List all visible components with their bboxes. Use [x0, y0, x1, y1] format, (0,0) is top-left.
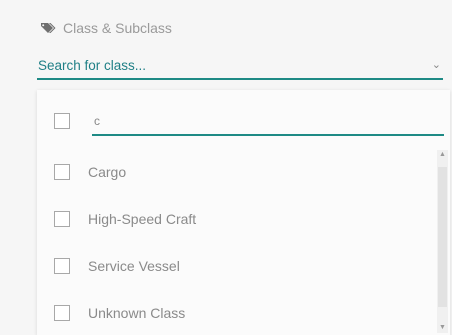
class-filter-label: Class & Subclass — [40, 20, 172, 36]
class-select[interactable]: Search for class... ⌄ — [37, 52, 443, 80]
option-label: Unknown Class — [88, 305, 186, 321]
dropdown-scrollbar[interactable]: ▲ ▼ — [437, 150, 448, 333]
option-high-speed-craft[interactable]: High-Speed Craft — [54, 204, 434, 234]
scroll-down-arrow-icon[interactable]: ▼ — [439, 324, 446, 331]
chevron-down-icon[interactable]: ⌄ — [432, 58, 441, 71]
class-select-placeholder: Search for class... — [38, 57, 147, 73]
tag-icon — [41, 23, 56, 33]
option-label: Service Vessel — [88, 258, 180, 274]
option-checkbox[interactable] — [54, 164, 70, 180]
option-cargo[interactable]: Cargo — [54, 157, 434, 187]
option-service-vessel[interactable]: Service Vessel — [54, 251, 434, 281]
option-checkbox[interactable] — [54, 258, 70, 274]
option-checkbox[interactable] — [54, 305, 70, 321]
scrollbar-thumb[interactable] — [438, 167, 447, 307]
select-all-checkbox[interactable] — [54, 113, 70, 129]
option-unknown-class[interactable]: Unknown Class — [54, 298, 434, 328]
option-label: Cargo — [88, 164, 127, 180]
dropdown-search-input[interactable] — [92, 108, 444, 136]
dropdown-search-row — [54, 108, 446, 136]
class-filter-label-text: Class & Subclass — [63, 20, 172, 36]
class-dropdown: Cargo High-Speed Craft Service Vessel Un… — [37, 90, 450, 335]
option-checkbox[interactable] — [54, 211, 70, 227]
option-label: High-Speed Craft — [88, 211, 197, 227]
scroll-up-arrow-icon[interactable]: ▲ — [439, 151, 446, 158]
